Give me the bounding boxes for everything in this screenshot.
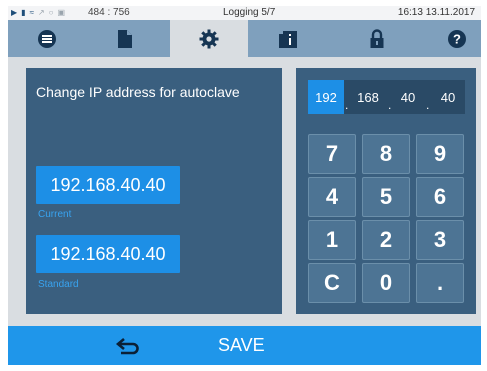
chart-icon: ↗ bbox=[37, 8, 45, 17]
play-icon: ▶ bbox=[11, 8, 18, 17]
ip-address-field[interactable]: 192 . 168 . 40 . 40 bbox=[308, 80, 465, 114]
tab-lock[interactable] bbox=[338, 20, 416, 57]
logging-status: Logging 5/7 bbox=[223, 7, 276, 18]
key-7[interactable]: 7 bbox=[308, 134, 356, 174]
coordinates-readout: 484 : 756 bbox=[88, 7, 130, 18]
ip-octet-4[interactable]: 40 bbox=[432, 80, 464, 114]
key-1[interactable]: 1 bbox=[308, 220, 356, 260]
status-icons: ▶ ▮ ≈ ↗ ○ ▣ bbox=[11, 7, 65, 19]
tab-settings[interactable] bbox=[170, 20, 248, 57]
back-button[interactable] bbox=[113, 334, 143, 358]
tab-info[interactable] bbox=[250, 20, 328, 57]
tab-document[interactable] bbox=[86, 20, 164, 57]
file-icon: ▮ bbox=[21, 8, 26, 17]
key-dot[interactable]: . bbox=[416, 263, 464, 303]
info-icon bbox=[279, 30, 297, 48]
ip-octet-2[interactable]: 168 bbox=[350, 80, 386, 114]
back-arrow-icon bbox=[115, 338, 139, 355]
panel-title: Change IP address for autoclave bbox=[36, 84, 240, 100]
octet-separator: . bbox=[388, 98, 392, 112]
help-icon: ? bbox=[448, 29, 466, 48]
current-ip-button[interactable]: 192.168.40.40 bbox=[36, 166, 180, 204]
lock-icon bbox=[370, 28, 384, 48]
status-bar: ▶ ▮ ≈ ↗ ○ ▣ 484 : 756 Logging 5/7 16:13 … bbox=[8, 6, 481, 20]
octet-separator: . bbox=[426, 98, 430, 112]
ip-settings-panel: Change IP address for autoclave 192.168.… bbox=[26, 68, 282, 314]
key-2[interactable]: 2 bbox=[362, 220, 410, 260]
key-clear[interactable]: C bbox=[308, 263, 356, 303]
tab-help[interactable]: ? bbox=[418, 20, 481, 57]
key-4[interactable]: 4 bbox=[308, 177, 356, 217]
key-9[interactable]: 9 bbox=[416, 134, 464, 174]
save-button[interactable]: SAVE bbox=[218, 335, 265, 356]
octet-separator: . bbox=[345, 98, 349, 112]
heating-icon: ≈ bbox=[29, 8, 34, 17]
tab-bar: ? bbox=[8, 20, 481, 57]
standard-ip-label: Standard bbox=[38, 279, 79, 290]
datetime: 16:13 13.11.2017 bbox=[397, 7, 475, 18]
key-5[interactable]: 5 bbox=[362, 177, 410, 217]
bottom-action-bar: SAVE bbox=[8, 326, 481, 365]
lock-icon: ▣ bbox=[57, 8, 66, 17]
document-icon bbox=[118, 29, 132, 48]
ip-octet-3[interactable]: 40 bbox=[392, 80, 424, 114]
key-8[interactable]: 8 bbox=[362, 134, 410, 174]
screen-frame: ▶ ▮ ≈ ↗ ○ ▣ 484 : 756 Logging 5/7 16:13 … bbox=[8, 6, 481, 365]
clock-icon: ○ bbox=[48, 8, 54, 17]
key-3[interactable]: 3 bbox=[416, 220, 464, 260]
gear-icon bbox=[199, 29, 219, 48]
list-icon bbox=[38, 29, 56, 48]
svg-text:?: ? bbox=[453, 31, 461, 46]
current-ip-label: Current bbox=[38, 209, 72, 220]
ip-octet-1[interactable]: 192 bbox=[308, 80, 344, 114]
key-6[interactable]: 6 bbox=[416, 177, 464, 217]
key-0[interactable]: 0 bbox=[362, 263, 410, 303]
tab-menu[interactable] bbox=[8, 20, 86, 57]
standard-ip-button[interactable]: 192.168.40.40 bbox=[36, 235, 180, 273]
keypad-panel: 192 . 168 . 40 . 40 7 8 9 4 5 6 1 2 3 C … bbox=[296, 68, 476, 314]
